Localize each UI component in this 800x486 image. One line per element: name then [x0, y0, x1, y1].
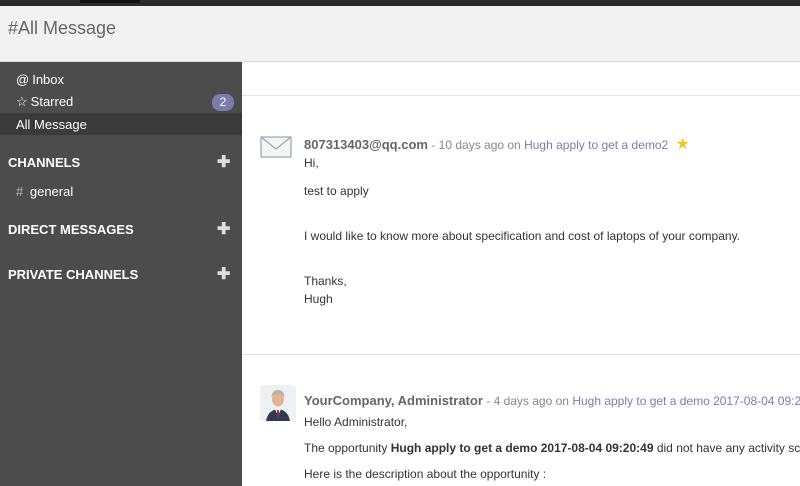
top-tab[interactable]: [80, 0, 140, 3]
star-icon[interactable]: ★: [676, 136, 690, 153]
at-icon: @: [16, 72, 30, 87]
divider: [242, 95, 800, 96]
message-line: The opportunity Hugh apply to get a demo…: [304, 441, 800, 455]
sidebar: @ Inbox ☆ Starred 2 All Message CHANNELS ✚…: [0, 62, 242, 486]
message-meta: YourCompany, Administrator - 4 days ago …: [304, 393, 800, 408]
envelope-icon: [260, 136, 292, 158]
message-record-link[interactable]: Hugh apply to get a demo 2017-08-04 09:2…: [572, 394, 800, 408]
page-header: #All Message: [0, 6, 800, 62]
message-line: Thanks,: [304, 274, 347, 288]
section-private-channels[interactable]: PRIVATE CHANNELS: [8, 267, 138, 282]
opportunity-suffix: did not have any activity scheduled.: [656, 441, 800, 455]
message-line: I would like to know more about specific…: [304, 229, 741, 243]
message-line: Hi,: [304, 156, 319, 170]
add-private-channel-icon[interactable]: ✚: [217, 264, 230, 284]
sidebar-item-general[interactable]: # general: [16, 184, 73, 199]
message-thread: 807313403@qq.com - 10 days ago on Hugh a…: [242, 62, 800, 486]
sidebar-item-label: All Message: [16, 117, 87, 132]
sidebar-item-label: Inbox: [32, 72, 65, 87]
sidebar-item-label: general: [29, 184, 74, 199]
message-time: - 4 days ago on: [486, 394, 569, 408]
message-line: test to apply: [304, 184, 369, 198]
add-direct-message-icon[interactable]: ✚: [217, 219, 230, 239]
starred-count-badge: 2: [212, 94, 234, 111]
message-line: Here is the description about the opport…: [304, 467, 547, 481]
section-direct-messages[interactable]: DIRECT MESSAGES: [8, 222, 134, 237]
sidebar-item-inbox[interactable]: @ Inbox: [16, 72, 64, 87]
star-outline-icon: ☆: [16, 94, 28, 109]
add-channel-icon[interactable]: ✚: [217, 152, 230, 172]
sidebar-item-all-message[interactable]: All Message: [16, 117, 87, 132]
message-author[interactable]: YourCompany, Administrator: [304, 393, 483, 408]
sidebar-item-starred[interactable]: ☆ Starred: [16, 94, 73, 110]
page-title: #All Message: [8, 18, 117, 38]
divider: [242, 354, 800, 355]
message-line: Hugh: [304, 292, 333, 306]
hash-icon: #: [16, 184, 24, 199]
message-record-link[interactable]: Hugh apply to get a demo2: [524, 138, 668, 152]
message-meta: 807313403@qq.com - 10 days ago on Hugh a…: [304, 134, 690, 154]
message-time: - 10 days ago on: [431, 138, 521, 152]
sidebar-item-label: Starred: [30, 94, 74, 109]
message-line: Hello Administrator,: [304, 415, 408, 429]
message-author[interactable]: 807313403@qq.com: [304, 137, 428, 152]
avatar[interactable]: [260, 385, 296, 421]
opportunity-prefix: The opportunity: [304, 441, 388, 455]
section-channels[interactable]: CHANNELS: [8, 155, 80, 170]
opportunity-name: Hugh apply to get a demo 2017-08-04 09:2…: [390, 441, 654, 455]
